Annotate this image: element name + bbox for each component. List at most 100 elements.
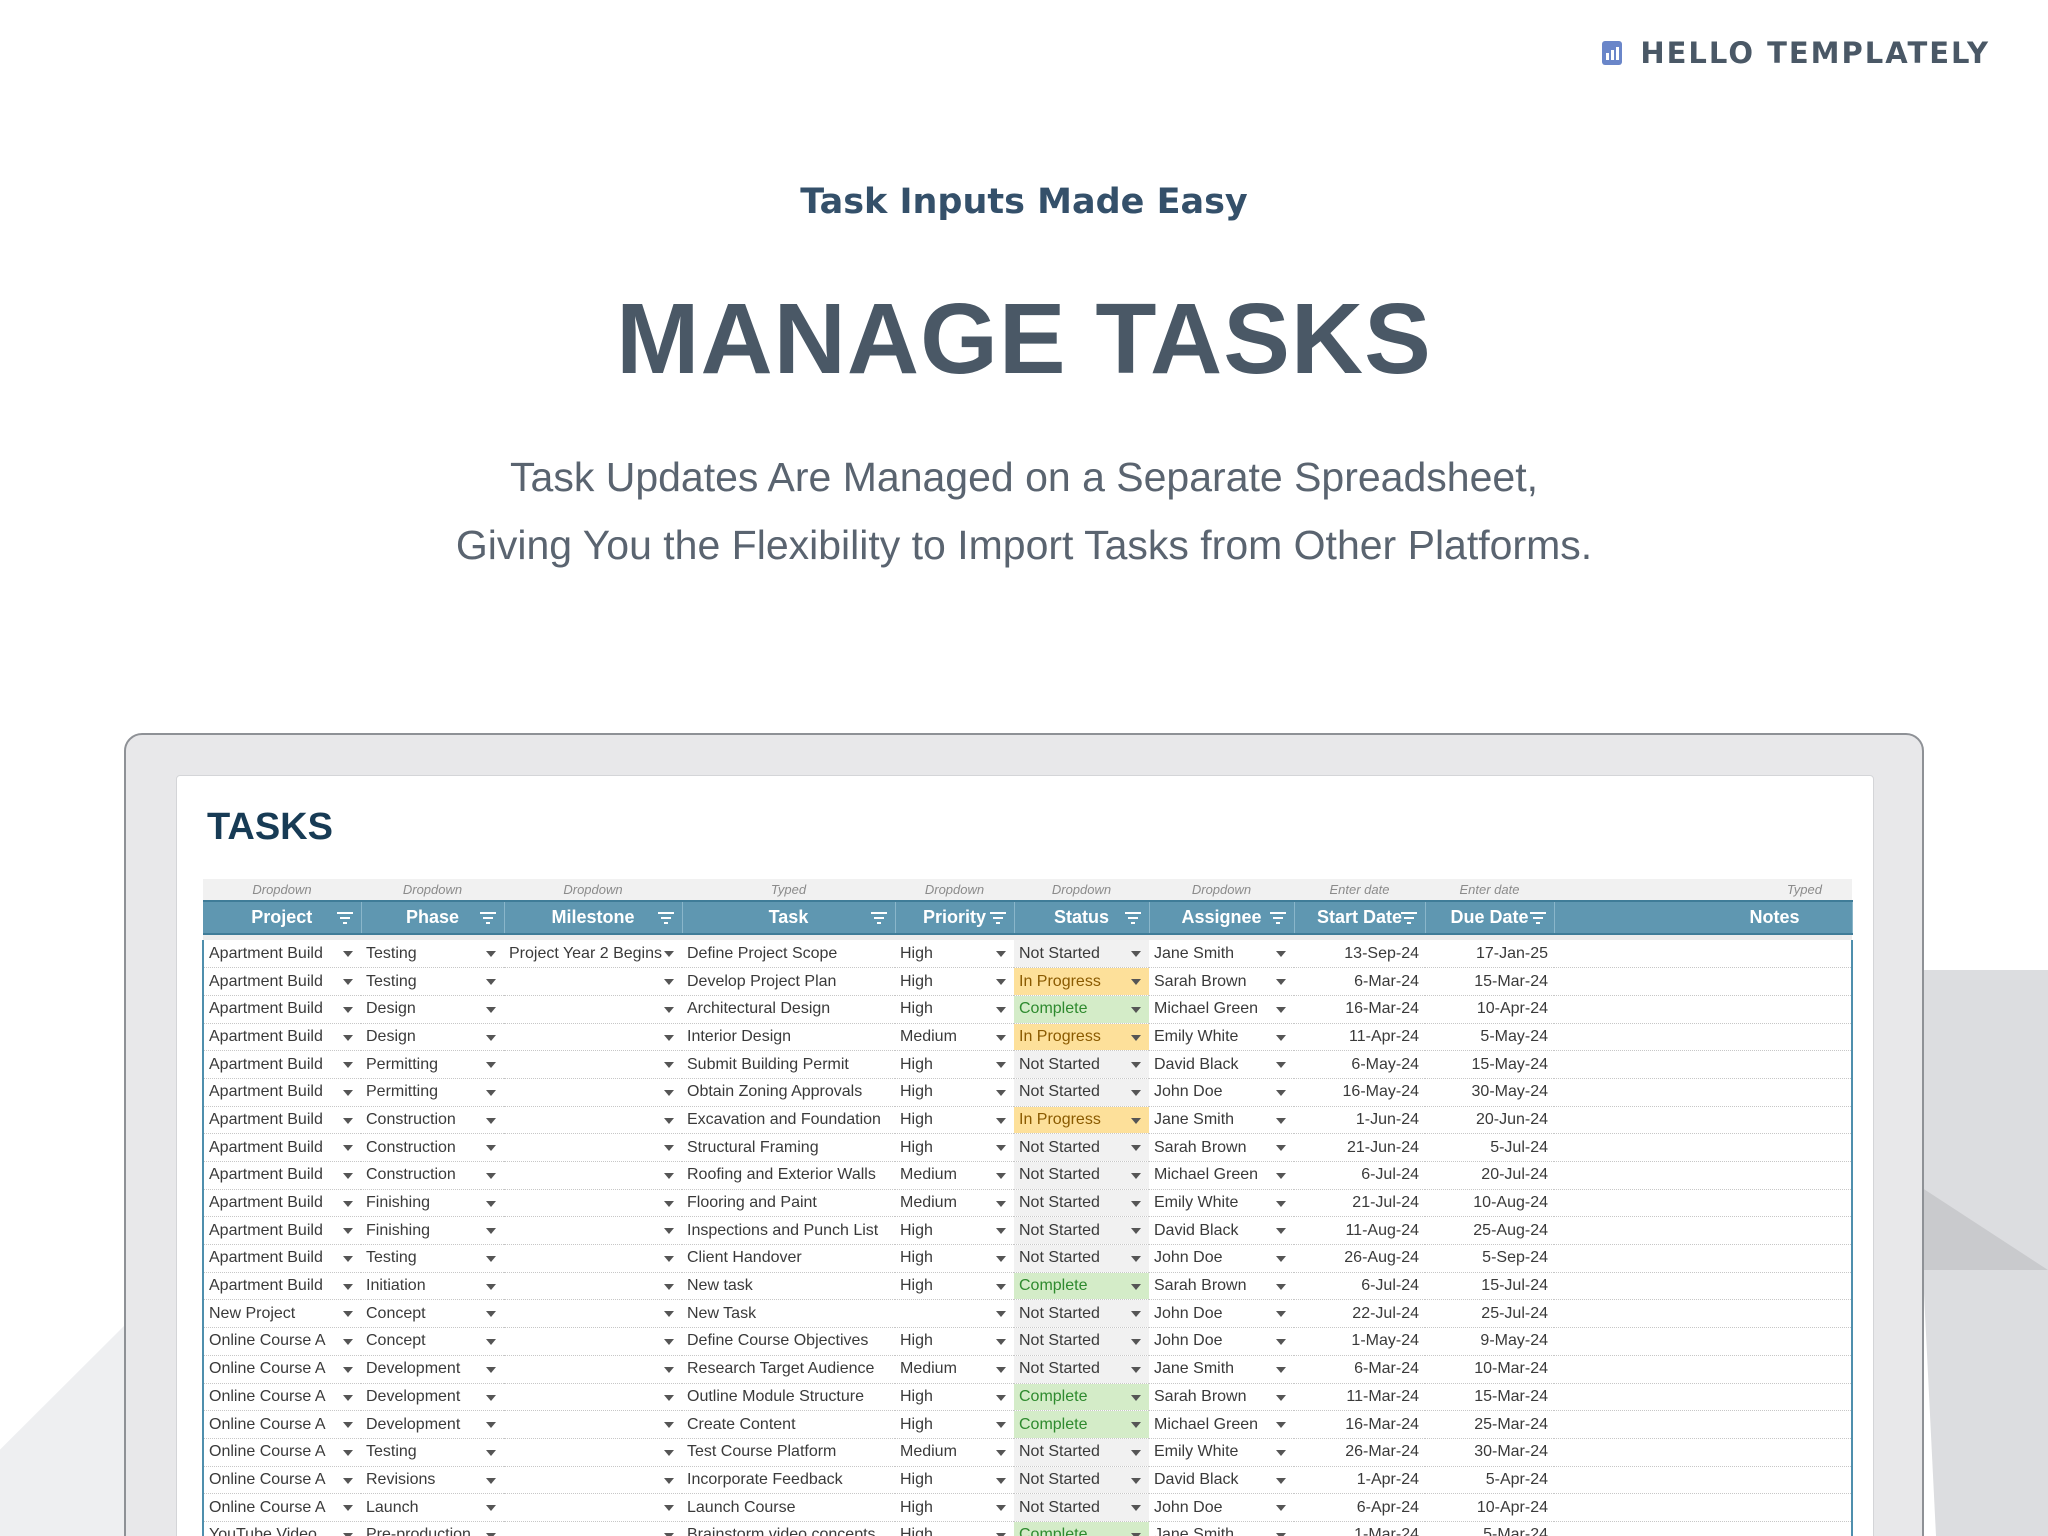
- cell-task[interactable]: Interior Design: [682, 1023, 895, 1052]
- filter-icon[interactable]: [1400, 912, 1417, 924]
- column-header-milestone[interactable]: Milestone: [504, 900, 683, 935]
- cell-start-date[interactable]: 16-Mar-24: [1294, 995, 1425, 1024]
- cell-project[interactable]: Apartment Build: [202, 1050, 361, 1079]
- cell-due-date[interactable]: 10-Mar-24: [1425, 1355, 1554, 1384]
- cell-milestone[interactable]: [504, 1299, 682, 1329]
- filter-icon[interactable]: [870, 912, 887, 924]
- cell-due-date[interactable]: 25-Mar-24: [1425, 1410, 1554, 1439]
- cell-assignee[interactable]: Michael Green: [1149, 1161, 1294, 1190]
- cell-status[interactable]: Complete: [1014, 1383, 1149, 1412]
- cell-due-date[interactable]: 9-May-24: [1425, 1327, 1554, 1356]
- cell-assignee[interactable]: John Doe: [1149, 1299, 1294, 1329]
- cell-start-date[interactable]: 22-Jul-24: [1294, 1299, 1425, 1329]
- cell-project[interactable]: Apartment Build: [202, 1244, 361, 1273]
- cell-task[interactable]: Define Course Objectives: [682, 1327, 895, 1356]
- cell-phase[interactable]: Testing: [361, 1244, 504, 1273]
- cell-status[interactable]: Not Started: [1014, 1050, 1149, 1079]
- cell-status[interactable]: Not Started: [1014, 940, 1149, 969]
- column-header-status[interactable]: Status: [1014, 900, 1150, 935]
- cell-start-date[interactable]: 11-Mar-24: [1294, 1383, 1425, 1412]
- cell-task[interactable]: Roofing and Exterior Walls: [682, 1161, 895, 1190]
- cell-notes[interactable]: [1554, 1078, 1853, 1107]
- cell-start-date[interactable]: 1-Mar-24: [1294, 1521, 1425, 1536]
- cell-notes[interactable]: [1554, 1327, 1853, 1356]
- cell-notes[interactable]: [1554, 1438, 1853, 1467]
- cell-status[interactable]: Not Started: [1014, 1189, 1149, 1218]
- cell-assignee[interactable]: David Black: [1149, 1050, 1294, 1079]
- cell-assignee[interactable]: Jane Smith: [1149, 1106, 1294, 1135]
- cell-phase[interactable]: Testing: [361, 967, 504, 996]
- cell-milestone[interactable]: [504, 1410, 682, 1439]
- cell-assignee[interactable]: Jane Smith: [1149, 1521, 1294, 1536]
- cell-priority[interactable]: High: [895, 1050, 1014, 1079]
- cell-project[interactable]: Online Course A: [202, 1383, 361, 1412]
- cell-priority[interactable]: Medium: [895, 1161, 1014, 1190]
- cell-status[interactable]: In Progress: [1014, 967, 1149, 996]
- cell-task[interactable]: Define Project Scope: [682, 940, 895, 969]
- cell-project[interactable]: Online Course A: [202, 1410, 361, 1439]
- cell-notes[interactable]: [1554, 940, 1853, 969]
- cell-start-date[interactable]: 26-Aug-24: [1294, 1244, 1425, 1273]
- column-header-due-date[interactable]: Due Date: [1425, 900, 1555, 935]
- cell-phase[interactable]: Initiation: [361, 1272, 504, 1301]
- cell-notes[interactable]: [1554, 1050, 1853, 1079]
- cell-priority[interactable]: Medium: [895, 1189, 1014, 1218]
- cell-status[interactable]: Not Started: [1014, 1493, 1149, 1522]
- cell-task[interactable]: Develop Project Plan: [682, 967, 895, 996]
- cell-priority[interactable]: High: [895, 1327, 1014, 1356]
- cell-notes[interactable]: [1554, 1299, 1853, 1329]
- cell-start-date[interactable]: 1-Jun-24: [1294, 1106, 1425, 1135]
- cell-start-date[interactable]: 6-Jul-24: [1294, 1161, 1425, 1190]
- cell-notes[interactable]: [1554, 1272, 1853, 1301]
- cell-project[interactable]: Online Course A: [202, 1438, 361, 1467]
- cell-task[interactable]: Launch Course: [682, 1493, 895, 1522]
- cell-phase[interactable]: Design: [361, 1023, 504, 1052]
- cell-notes[interactable]: [1554, 1216, 1853, 1246]
- cell-priority[interactable]: High: [895, 1272, 1014, 1301]
- cell-milestone[interactable]: [504, 967, 682, 996]
- cell-start-date[interactable]: 21-Jun-24: [1294, 1133, 1425, 1162]
- cell-task[interactable]: Create Content: [682, 1410, 895, 1439]
- cell-assignee[interactable]: John Doe: [1149, 1493, 1294, 1522]
- cell-assignee[interactable]: John Doe: [1149, 1078, 1294, 1107]
- cell-milestone[interactable]: [504, 1244, 682, 1273]
- cell-due-date[interactable]: 5-May-24: [1425, 1023, 1554, 1052]
- cell-start-date[interactable]: 6-Jul-24: [1294, 1272, 1425, 1301]
- cell-assignee[interactable]: Emily White: [1149, 1189, 1294, 1218]
- cell-milestone[interactable]: [504, 1078, 682, 1107]
- cell-start-date[interactable]: 6-Mar-24: [1294, 967, 1425, 996]
- cell-priority[interactable]: High: [895, 1133, 1014, 1162]
- cell-assignee[interactable]: Jane Smith: [1149, 940, 1294, 969]
- cell-phase[interactable]: Development: [361, 1355, 504, 1384]
- cell-due-date[interactable]: 5-Mar-24: [1425, 1521, 1554, 1536]
- cell-task[interactable]: Outline Module Structure: [682, 1383, 895, 1412]
- cell-assignee[interactable]: Sarah Brown: [1149, 967, 1294, 996]
- cell-start-date[interactable]: 6-Apr-24: [1294, 1493, 1425, 1522]
- cell-task[interactable]: Obtain Zoning Approvals: [682, 1078, 895, 1107]
- cell-task[interactable]: New task: [682, 1272, 895, 1301]
- cell-priority[interactable]: High: [895, 1410, 1014, 1439]
- cell-status[interactable]: Not Started: [1014, 1078, 1149, 1107]
- cell-due-date[interactable]: 15-Jul-24: [1425, 1272, 1554, 1301]
- cell-milestone[interactable]: [504, 1355, 682, 1384]
- cell-notes[interactable]: [1554, 1161, 1853, 1190]
- column-header-project[interactable]: Project: [203, 900, 362, 935]
- cell-task[interactable]: New Task: [682, 1299, 895, 1329]
- cell-phase[interactable]: Permitting: [361, 1050, 504, 1079]
- cell-milestone[interactable]: [504, 1106, 682, 1135]
- cell-phase[interactable]: Testing: [361, 1438, 504, 1467]
- cell-status[interactable]: Not Started: [1014, 1355, 1149, 1384]
- cell-milestone[interactable]: [504, 1133, 682, 1162]
- cell-priority[interactable]: High: [895, 1466, 1014, 1495]
- cell-milestone[interactable]: [504, 1272, 682, 1301]
- column-header-phase[interactable]: Phase: [361, 900, 505, 935]
- cell-milestone[interactable]: [504, 1383, 682, 1412]
- cell-due-date[interactable]: 5-Sep-24: [1425, 1244, 1554, 1273]
- cell-assignee[interactable]: Sarah Brown: [1149, 1272, 1294, 1301]
- cell-due-date[interactable]: 15-Mar-24: [1425, 967, 1554, 996]
- filter-icon[interactable]: [989, 912, 1006, 924]
- cell-milestone[interactable]: [504, 1327, 682, 1356]
- cell-project[interactable]: Apartment Build: [202, 1078, 361, 1107]
- cell-assignee[interactable]: Michael Green: [1149, 995, 1294, 1024]
- cell-status[interactable]: Not Started: [1014, 1438, 1149, 1467]
